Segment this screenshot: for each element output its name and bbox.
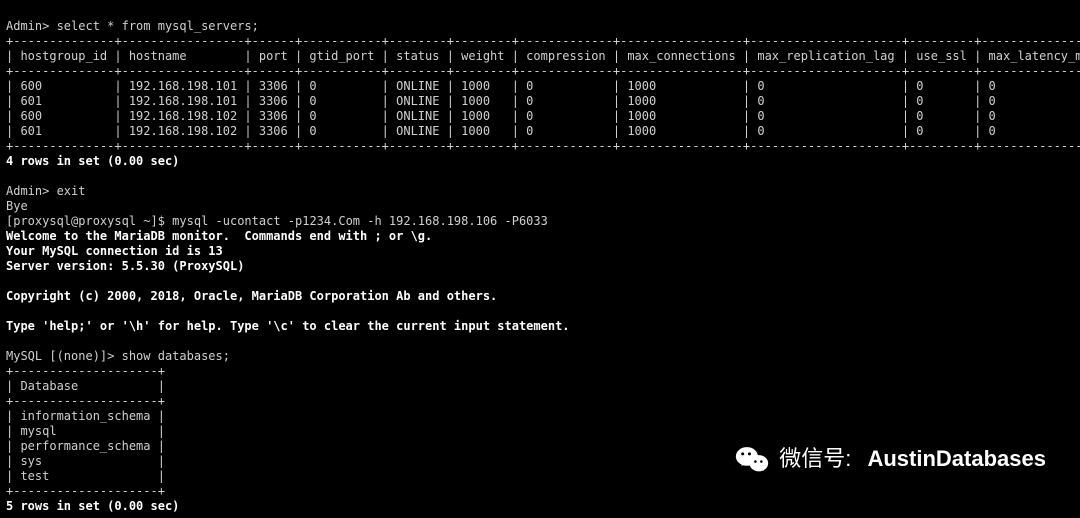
servers-summary: 4 rows in set (0.00 sec) (6, 154, 179, 168)
banner-0: Welcome to the MariaDB monitor. Commands… (6, 229, 432, 243)
db-row-0: | information_schema | (6, 409, 165, 423)
db-summary: 5 rows in set (0.00 sec) (6, 499, 179, 513)
banner-1: Your MySQL connection id is 13 (6, 244, 223, 258)
servers-row-3: | 601 | 192.168.198.102 | 3306 | 0 | ONL… (6, 124, 1080, 138)
cmd-show-db[interactable]: show databases; (122, 349, 230, 363)
servers-row-1: | 601 | 192.168.198.101 | 3306 | 0 | ONL… (6, 94, 1080, 108)
shell-cmd[interactable]: mysql -ucontact -p1234.Com -h 192.168.19… (172, 214, 548, 228)
db-row-4: | test | (6, 469, 165, 483)
banner-4: Copyright (c) 2000, 2018, Oracle, MariaD… (6, 289, 497, 303)
mysql-prompt[interactable]: MySQL [(none)]> (6, 349, 122, 363)
watermark-value: AustinDatabases (867, 445, 1046, 473)
servers-row-0: | 600 | 192.168.198.101 | 3306 | 0 | ONL… (6, 79, 1080, 93)
cmd-exit[interactable]: exit (57, 184, 86, 198)
cmd-select[interactable]: select * from mysql_servers; (57, 19, 259, 33)
db-border-mid: +--------------------+ (6, 394, 165, 408)
watermark: 微信号: AustinDatabases (735, 444, 1046, 474)
banner-2: Server version: 5.5.30 (ProxySQL) (6, 259, 244, 273)
db-row-1: | mysql | (6, 424, 165, 438)
servers-border-mid: +--------------+-----------------+------… (6, 64, 1080, 78)
db-row-2: | performance_schema | (6, 439, 165, 453)
db-border-top: +--------------------+ (6, 364, 165, 378)
servers-header: | hostgroup_id | hostname | port | gtid_… (6, 49, 1080, 63)
shell-prompt[interactable]: [proxysql@proxysql ~]$ (6, 214, 172, 228)
servers-border-top: +--------------+-----------------+------… (6, 34, 1080, 48)
terminal-output: Admin> select * from mysql_servers; +---… (0, 0, 1080, 518)
db-border-bot: +--------------------+ (6, 484, 165, 498)
servers-border-bot: +--------------+-----------------+------… (6, 139, 1080, 153)
db-header: | Database | (6, 379, 165, 393)
banner-6: Type 'help;' or '\h' for help. Type '\c'… (6, 319, 570, 333)
watermark-label: 微信号: (779, 445, 857, 473)
servers-row-2: | 600 | 192.168.198.102 | 3306 | 0 | ONL… (6, 109, 1080, 123)
admin-prompt[interactable]: Admin> (6, 19, 57, 33)
wechat-icon (735, 444, 769, 474)
db-row-3: | sys | (6, 454, 165, 468)
bye: Bye (6, 199, 28, 213)
admin-prompt-2[interactable]: Admin> (6, 184, 57, 198)
